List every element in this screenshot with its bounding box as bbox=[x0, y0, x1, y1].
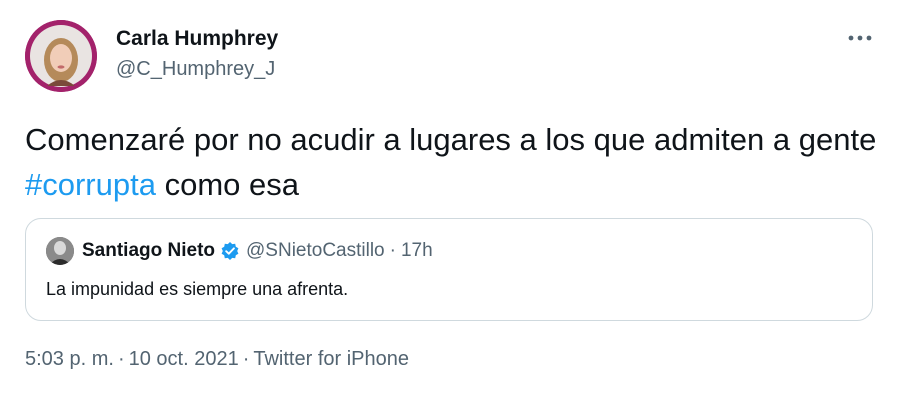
author-handle[interactable]: @C_Humphrey_J bbox=[116, 58, 275, 81]
tweet-date[interactable]: 10 oct. 2021 bbox=[129, 348, 239, 370]
separator-dot: · bbox=[117, 348, 125, 370]
quoted-author-name[interactable]: Santiago Nieto bbox=[82, 240, 215, 262]
more-horizontal-icon bbox=[848, 35, 872, 41]
verified-badge-icon bbox=[220, 241, 240, 261]
tweet-time[interactable]: 5:03 p. m. bbox=[25, 348, 114, 370]
tweet-source[interactable]: Twitter for iPhone bbox=[253, 348, 409, 370]
author-avatar[interactable] bbox=[25, 20, 97, 92]
quoted-author-handle[interactable]: @SNietoCastillo bbox=[246, 240, 385, 262]
hashtag-link[interactable]: #corrupta bbox=[25, 167, 156, 202]
quoted-tweet-header: Santiago Nieto @SNietoCastillo · 17h bbox=[46, 237, 433, 265]
quoted-tweet[interactable]: Santiago Nieto @SNietoCastillo · 17h La … bbox=[25, 218, 873, 321]
author-name[interactable]: Carla Humphrey bbox=[116, 27, 278, 51]
separator-dot: · bbox=[389, 240, 396, 261]
quoted-tweet-time[interactable]: 17h bbox=[401, 240, 433, 262]
author-avatar-image bbox=[25, 20, 97, 92]
quoted-author-avatar[interactable] bbox=[46, 237, 74, 265]
quoted-author-avatar-image bbox=[46, 237, 74, 265]
more-options-button[interactable] bbox=[840, 26, 880, 50]
tweet-text: Comenzaré por no acudir a lugares a los … bbox=[25, 117, 885, 207]
quoted-tweet-text: La impunidad es siempre una afrenta. bbox=[46, 279, 349, 299]
tweet-text-before: Comenzaré por no acudir a lugares a los … bbox=[25, 122, 877, 157]
tweet-card: Carla Humphrey @C_Humphrey_J Comenzaré p… bbox=[0, 0, 900, 400]
tweet-text-after: como esa bbox=[155, 167, 299, 202]
separator-dot: · bbox=[242, 348, 250, 370]
tweet-metadata: 5:03 p. m. · 10 oct. 2021 · Twitter for iPho… bbox=[25, 348, 409, 371]
